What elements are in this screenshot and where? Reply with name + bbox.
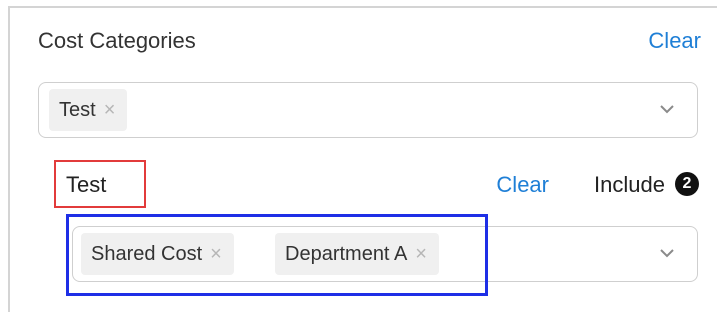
tag-label: Test (59, 99, 96, 121)
category-name-label: Test (66, 172, 107, 197)
selected-count-badge: 2 (675, 172, 699, 196)
chevron-down-icon[interactable] (657, 243, 677, 263)
selected-tag-test: Test × (49, 89, 128, 131)
cost-category-select[interactable]: Test × (38, 82, 698, 138)
clear-cost-categories-link[interactable]: Clear (648, 28, 701, 54)
clear-category-values-link[interactable]: Clear (496, 172, 549, 198)
include-mode-label[interactable]: Include (594, 172, 665, 198)
remove-tag-icon[interactable]: × (104, 99, 116, 121)
chevron-down-icon[interactable] (657, 99, 677, 119)
selected-values-highlight (66, 214, 488, 296)
cost-categories-title: Cost Categories (38, 28, 196, 53)
